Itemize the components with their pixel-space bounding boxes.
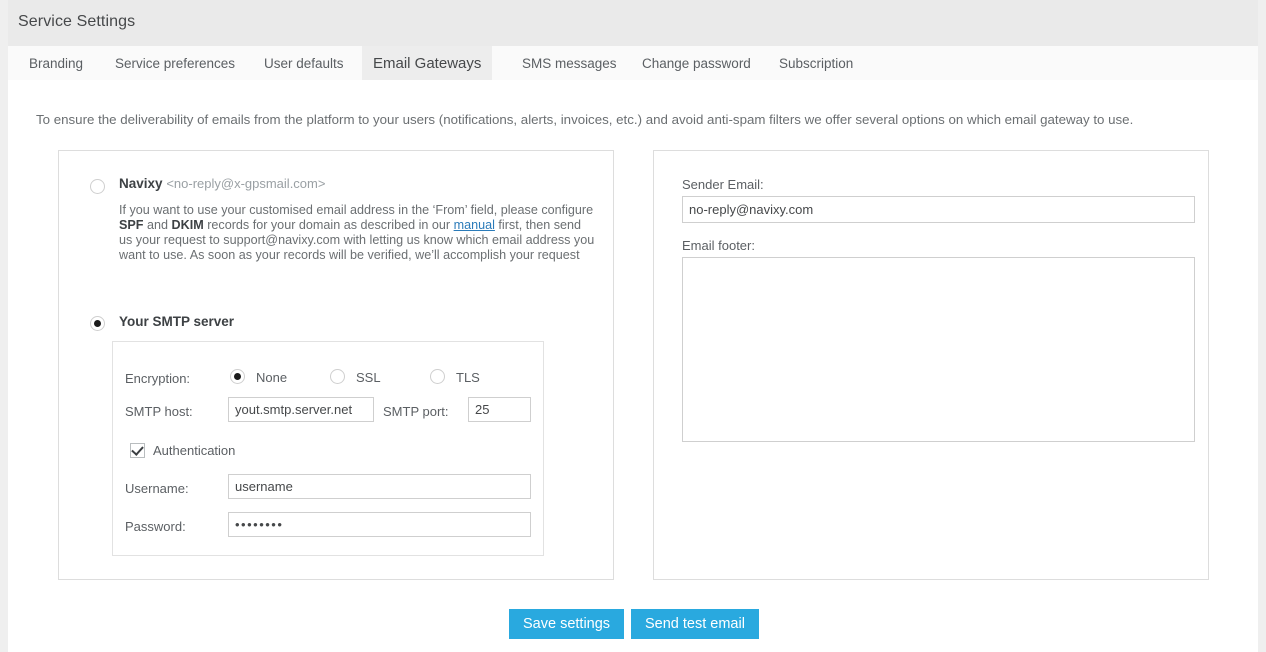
gateway-navixy-email: <no-reply@x-gpsmail.com>	[166, 176, 326, 191]
email-footer-textarea[interactable]	[682, 257, 1195, 442]
left-gutter	[0, 0, 8, 652]
password-label: Password:	[125, 519, 186, 534]
tab-change-password[interactable]: Change password	[631, 46, 762, 80]
service-settings-page: Service Settings Branding Service prefer…	[0, 0, 1266, 652]
desc-spf: SPF	[119, 218, 144, 232]
radio-gateway-smtp[interactable]	[90, 316, 105, 331]
checkbox-authentication[interactable]	[130, 443, 145, 458]
tab-service-preferences[interactable]: Service preferences	[104, 46, 246, 80]
username-label: Username:	[125, 481, 189, 496]
manual-link[interactable]: manual	[454, 218, 495, 232]
sender-email-input[interactable]	[682, 196, 1195, 223]
window-header: Service Settings	[8, 0, 1258, 46]
tab-user-defaults[interactable]: User defaults	[253, 46, 355, 80]
desc-part-1: If you want to use your customised email…	[119, 203, 594, 217]
gateway-navixy-name: Navixy	[119, 176, 163, 191]
smtp-host-label: SMTP host:	[125, 404, 193, 419]
email-footer-label: Email footer:	[682, 238, 755, 253]
tab-subscription[interactable]: Subscription	[768, 46, 864, 80]
smtp-host-input[interactable]	[228, 397, 374, 422]
gateway-options-panel: Navixy <no-reply@x-gpsmail.com> If you w…	[58, 150, 614, 580]
settings-content: To ensure the deliverability of emails f…	[8, 80, 1258, 652]
authentication-label: Authentication	[153, 443, 236, 458]
save-settings-button[interactable]: Save settings	[509, 609, 625, 639]
right-gutter	[1258, 0, 1266, 652]
intro-text: To ensure the deliverability of emails f…	[36, 112, 1134, 127]
encryption-ssl-label: SSL	[356, 370, 381, 385]
smtp-port-input[interactable]	[468, 397, 531, 422]
sender-panel: Sender Email: Email footer:	[653, 150, 1209, 580]
smtp-settings-box: Encryption: None SSL TLS SMTP host: SMTP…	[112, 341, 544, 556]
radio-gateway-navixy[interactable]	[90, 179, 105, 194]
tab-sms-messages[interactable]: SMS messages	[511, 46, 628, 80]
encryption-none-label: None	[256, 370, 288, 385]
gateway-smtp-label: Your SMTP server	[119, 314, 235, 329]
smtp-port-label: SMTP port:	[383, 404, 449, 419]
encryption-label: Encryption:	[125, 371, 191, 386]
encryption-tls-label: TLS	[456, 370, 480, 385]
sender-email-label: Sender Email:	[682, 177, 764, 192]
desc-part-2: and	[143, 218, 172, 232]
desc-dkim: DKIM	[171, 218, 204, 232]
radio-encryption-tls[interactable]	[430, 369, 445, 384]
tab-branding[interactable]: Branding	[18, 46, 94, 80]
send-test-email-button[interactable]: Send test email	[631, 609, 759, 639]
gateway-navixy-label: Navixy <no-reply@x-gpsmail.com>	[119, 176, 325, 191]
desc-part-3: records for your domain as described in …	[203, 218, 454, 232]
username-input[interactable]	[228, 474, 531, 499]
settings-tab-bar: Branding Service preferences User defaul…	[8, 46, 1258, 80]
radio-encryption-none[interactable]	[230, 369, 245, 384]
radio-encryption-ssl[interactable]	[330, 369, 345, 384]
tab-email-gateways[interactable]: Email Gateways	[362, 46, 493, 80]
password-input[interactable]	[228, 512, 531, 537]
page-title: Service Settings	[18, 13, 136, 30]
gateway-navixy-description: If you want to use your customised email…	[119, 203, 597, 263]
